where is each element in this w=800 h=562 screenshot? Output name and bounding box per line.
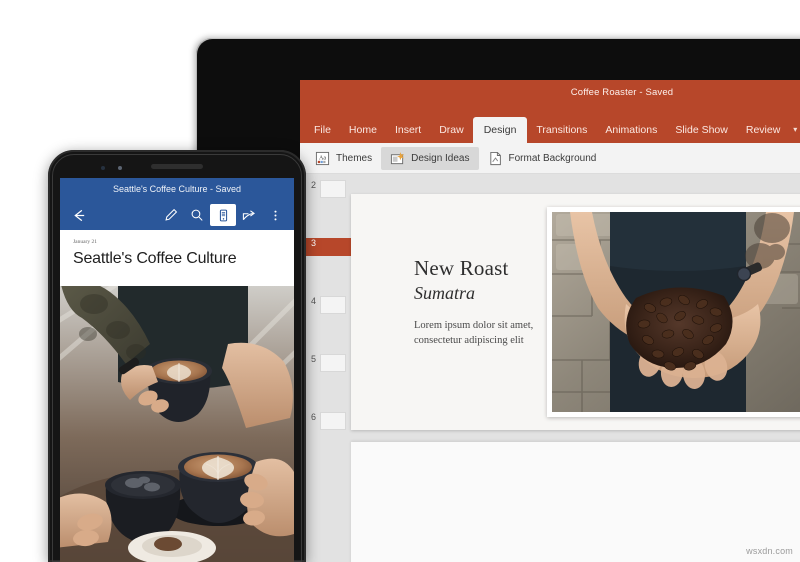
themes-icon: Aa	[315, 151, 330, 166]
word-mobile-app-bar: Seattle's Coffee Culture - Saved	[60, 178, 294, 230]
design-ribbon-toolbar: Aa Themes Design Ideas Format Background	[300, 143, 800, 174]
share-icon[interactable]	[236, 204, 262, 226]
format-background-button[interactable]: Format Background	[479, 147, 606, 170]
phone-device: Seattle's Coffee Culture - Saved January…	[48, 150, 306, 562]
tab-transitions[interactable]: Transitions	[527, 117, 596, 143]
document-title: Coffee Roaster - Saved	[570, 87, 674, 98]
document-date: January 21	[73, 239, 97, 245]
slide-thumbnail-pane[interactable]: 2 3 4 5 6	[300, 174, 353, 562]
document-image-latte-cups[interactable]	[60, 286, 294, 562]
slide-thumbnail-preview	[320, 180, 346, 198]
tab-slide-show[interactable]: Slide Show	[666, 117, 737, 143]
slide-thumbnail-6[interactable]: 6	[300, 412, 352, 430]
slide-image-coffee-beans[interactable]	[547, 207, 800, 417]
phone-toolbar	[60, 202, 294, 228]
tab-file[interactable]: File	[300, 117, 340, 143]
themes-label: Themes	[336, 152, 373, 164]
slide-thumbnail-preview	[320, 354, 346, 372]
phone-document-title: Seattle's Coffee Culture - Saved	[112, 184, 242, 194]
slide-thumbnail-3[interactable]: 3	[300, 238, 352, 256]
slide-thumbnail-2[interactable]: 2	[300, 180, 352, 198]
tab-home[interactable]: Home	[340, 117, 386, 143]
phone-document-header: January 21 Seattle's Coffee Culture	[60, 230, 294, 286]
document-heading: Seattle's Coffee Culture	[73, 250, 237, 267]
search-icon[interactable]	[184, 204, 210, 226]
laptop-screen: Coffee Roaster - Saved File Home Insert …	[300, 80, 800, 562]
edit-pen-icon[interactable]	[158, 204, 184, 226]
powerpoint-ribbon: Coffee Roaster - Saved File Home Insert …	[300, 80, 800, 143]
tab-animations[interactable]: Animations	[596, 117, 666, 143]
screenshot-stage: Coffee Roaster - Saved File Home Insert …	[0, 0, 800, 562]
phone-speaker-slot	[151, 164, 203, 169]
slide-thumbnail-preview	[320, 296, 346, 314]
slide-canvas-area: New Roast Sumatra Lorem ipsum dolor sit …	[351, 174, 800, 562]
svg-text:Aa: Aa	[319, 155, 326, 161]
tab-insert[interactable]: Insert	[386, 117, 430, 143]
ribbon-tab-strip: File Home Insert Draw Design Transitions…	[300, 117, 800, 143]
slide-thumbnail-preview	[320, 238, 346, 256]
themes-button[interactable]: Aa Themes	[306, 147, 381, 170]
tab-review[interactable]: Review	[737, 117, 789, 143]
tab-design[interactable]: Design	[472, 117, 528, 143]
overflow-menu-icon[interactable]	[262, 204, 288, 226]
front-camera-secondary-icon	[118, 166, 122, 170]
slide-workspace: 2 3 4 5 6 New Roast Sumatra Lorem ipsum …	[300, 174, 800, 562]
design-ideas-icon	[390, 151, 405, 166]
slide-thumbnail-5[interactable]: 5	[300, 354, 352, 372]
watermark: wsxdn.com	[746, 546, 793, 556]
current-slide[interactable]: New Roast Sumatra Lorem ipsum dolor sit …	[351, 194, 800, 430]
tabs-overflow-chevron-icon[interactable]: ▾	[789, 117, 800, 143]
back-icon[interactable]	[66, 204, 92, 226]
mobile-view-icon[interactable]	[210, 204, 236, 226]
phone-screen: Seattle's Coffee Culture - Saved January…	[60, 178, 294, 562]
format-background-icon	[488, 151, 503, 166]
tab-draw[interactable]: Draw	[430, 117, 473, 143]
front-camera-icon	[101, 166, 105, 170]
slide-thumbnail-4[interactable]: 4	[300, 296, 352, 314]
design-ideas-label: Design Ideas	[411, 152, 470, 164]
format-background-label: Format Background	[508, 152, 597, 164]
next-slide-partial[interactable]	[351, 442, 800, 562]
design-ideas-button[interactable]: Design Ideas	[381, 146, 479, 170]
slide-thumbnail-preview	[320, 412, 346, 430]
